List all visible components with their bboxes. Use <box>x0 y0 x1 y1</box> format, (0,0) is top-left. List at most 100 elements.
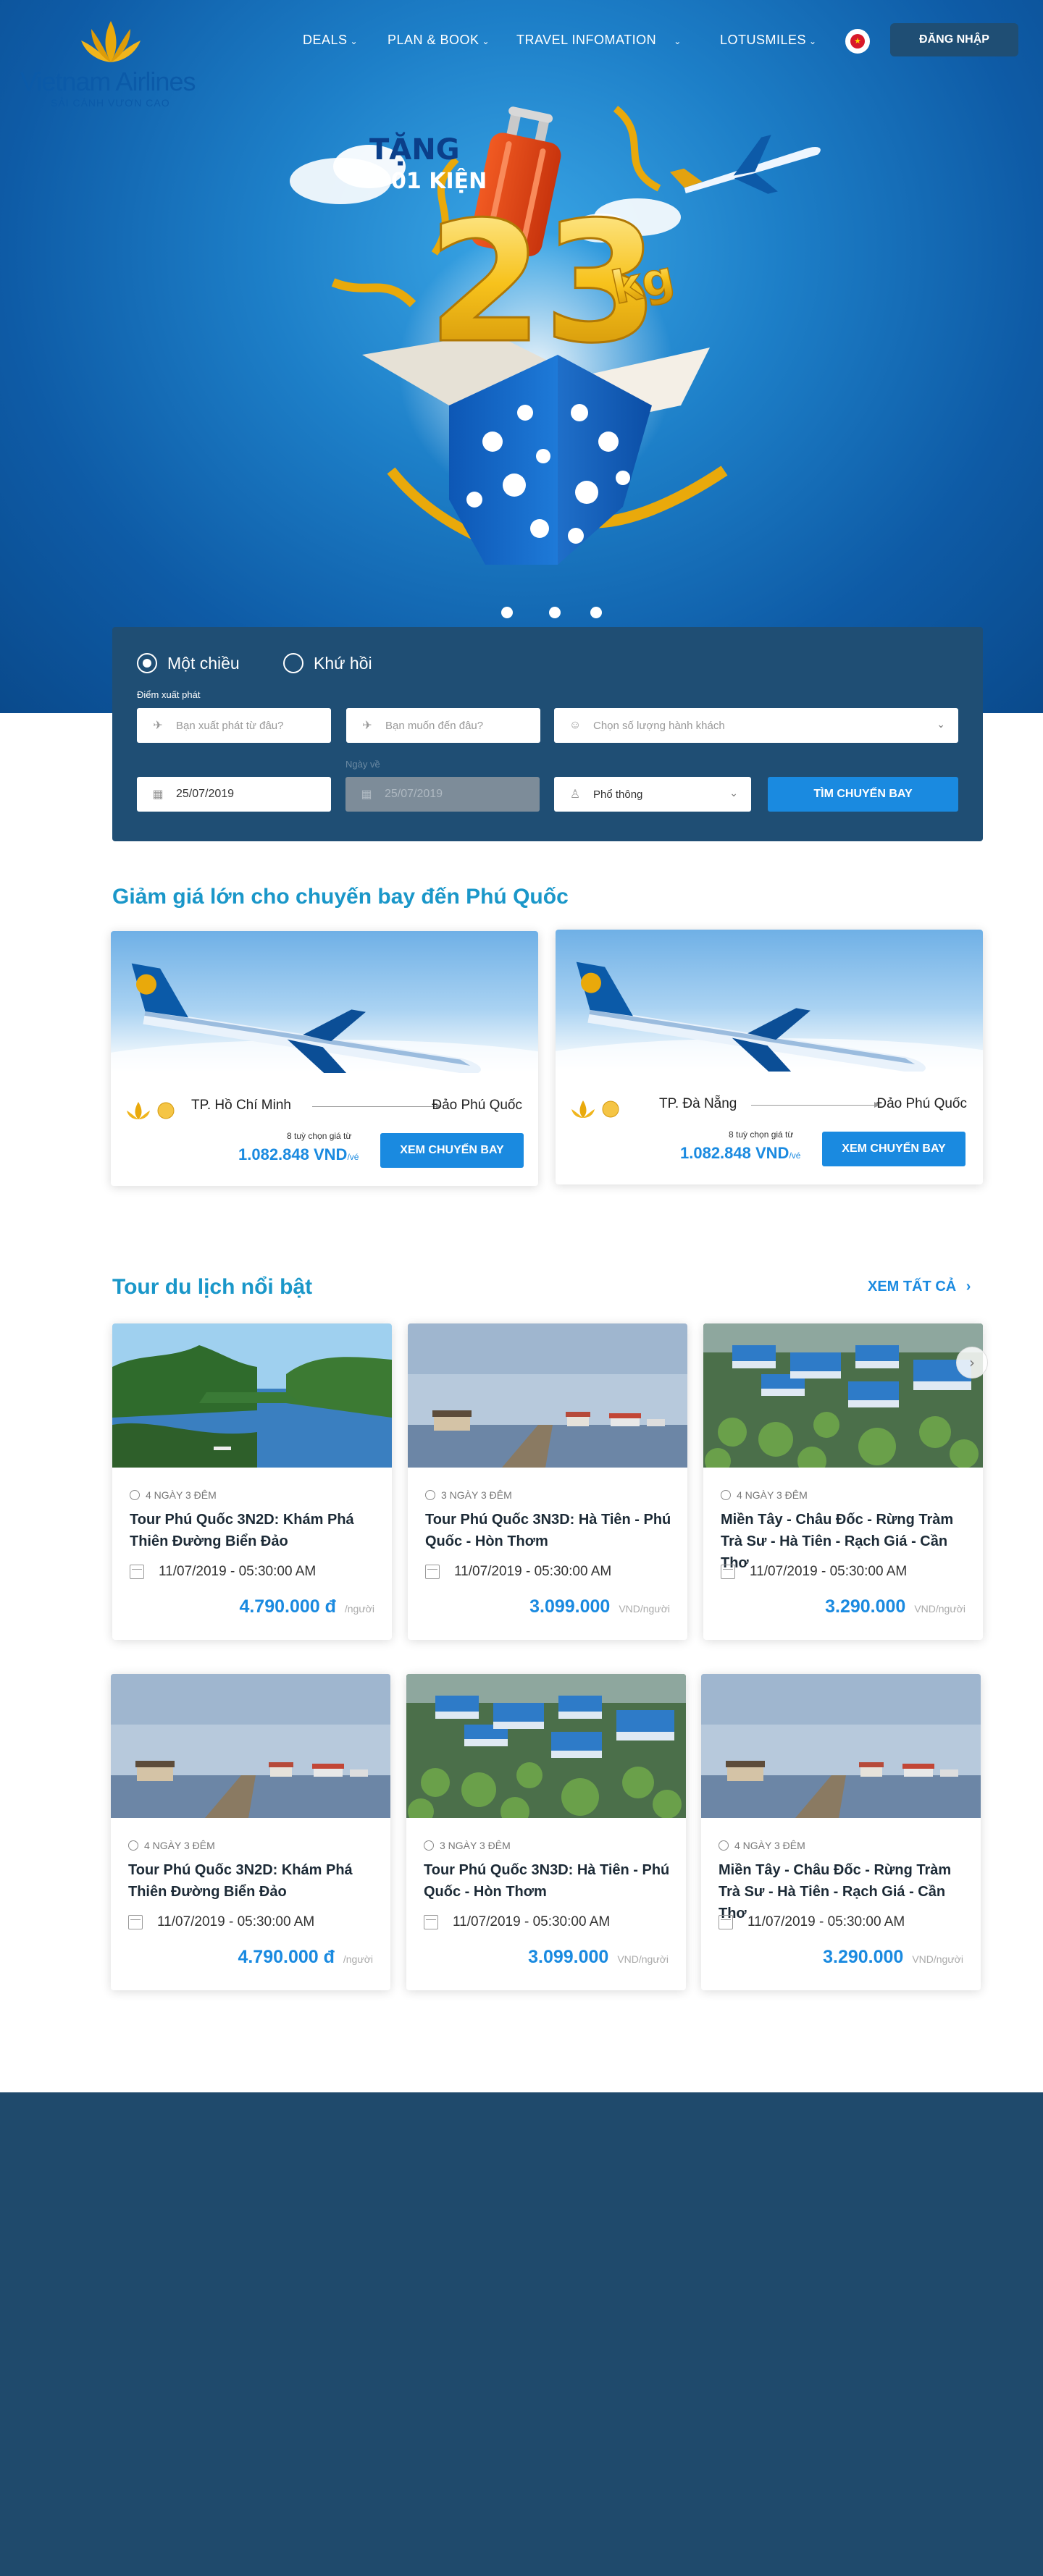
route-arrow-icon <box>751 1102 880 1108</box>
clock-icon <box>721 1490 731 1500</box>
seat-icon: ♙ <box>569 788 581 801</box>
tour-duration: 3 NGÀY 3 ĐÊM <box>424 1840 511 1851</box>
nav-item-lotusmiles[interactable]: LOTUSMILES ⌄ <box>720 29 817 52</box>
origin-placeholder: Bạn xuất phát từ đâu? <box>176 719 284 732</box>
tour-name[interactable]: Tour Phú Quốc 3N3D: Hà Tiên - Phú Quốc -… <box>424 1859 670 1903</box>
cabin-class-value: Phổ thông <box>593 788 643 801</box>
origin-label: Điểm xuất phát <box>137 689 201 700</box>
carousel-dot-3[interactable] <box>590 607 602 618</box>
cabin-class-select[interactable]: ♙ Phổ thông ⌄ <box>554 777 751 812</box>
depart-date-input[interactable]: ▦ 25/07/2019 <box>137 777 331 812</box>
tour-card[interactable]: 3 NGÀY 3 ĐÊM Tour Phú Quốc 3N3D: Hà Tiên … <box>406 1674 686 1990</box>
calendar-icon <box>130 1565 144 1579</box>
tour-price: 3.099.000 VND/người <box>529 1596 670 1617</box>
chevron-down-icon: ⌄ <box>482 36 490 46</box>
tour-duration: 4 NGÀY 3 ĐÊM <box>130 1489 217 1501</box>
origin-input[interactable]: ✈ Bạn xuất phát từ đâu? <box>137 708 331 743</box>
clock-icon <box>425 1490 435 1500</box>
return-date-label: Ngày về <box>345 759 380 770</box>
find-flight-button[interactable]: TÌM CHUYẾN BAY <box>768 777 958 812</box>
passengers-placeholder: Chọn số lượng hành khách <box>593 719 725 732</box>
radio-one-way[interactable]: Một chiều <box>137 652 240 674</box>
nav-item-plan-book[interactable]: PLAN & BOOK ⌄ <box>388 29 490 52</box>
radio-round-trip-label: Khứ hồi <box>314 653 372 673</box>
lotus-and-airline-logos-icon <box>127 1102 175 1119</box>
carousel-dot-2[interactable] <box>549 607 561 618</box>
clock-icon <box>130 1490 140 1500</box>
calendar-icon <box>128 1915 143 1929</box>
tour-card[interactable]: 4 NGÀY 3 ĐÊM Tour Phú Quốc 3N2D: Khám Phá… <box>111 1674 390 1990</box>
chevron-down-icon: ⌄ <box>937 718 945 730</box>
tour-image <box>406 1674 686 1818</box>
tour-duration: 4 NGÀY 3 ĐÊM <box>721 1489 808 1501</box>
tour-image <box>112 1323 392 1468</box>
deal-options-count: 8 tuỳ chọn giá từ <box>287 1131 352 1141</box>
deal-options-count: 8 tuỳ chọn giá từ <box>729 1129 794 1140</box>
tour-price: 4.790.000 đ/người <box>239 1596 374 1617</box>
tour-name[interactable]: Tour Phú Quốc 3N3D: Hà Tiên - Phú Quốc -… <box>425 1509 671 1552</box>
deal-destination: Đảo Phú Quốc <box>432 1098 522 1113</box>
deal-destination: Đảo Phú Quốc <box>876 1096 967 1111</box>
deal-price: 1.082.848 VND/vé <box>238 1145 359 1163</box>
nav-item-travel-information[interactable]: TRAVEL INFOMATION ⌄ <box>516 29 682 52</box>
departure-plane-icon: ✈ <box>153 720 163 732</box>
tour-price: 3.099.000 VND/người <box>528 1947 669 1967</box>
promo-line-1: TẶNG <box>369 132 460 167</box>
destination-input[interactable]: ✈ Bạn muốn đến đâu? <box>346 708 540 743</box>
carousel-next-button[interactable]: › <box>956 1347 988 1379</box>
return-date-input: ▦ 25/07/2019 <box>345 777 540 812</box>
promo-line-2: 01 KIỆN <box>391 167 487 194</box>
tour-date: 11/07/2019 - 05:30:00 AM <box>130 1564 316 1580</box>
tour-card[interactable]: 4 NGÀY 3 ĐÊM Miền Tây - Châu Đốc - Rừng T… <box>703 1323 983 1640</box>
tours-heading: Tour du lịch nổi bật <box>112 1275 313 1299</box>
deal-card[interactable]: TP. Đà Nẵng Đảo Phú Quốc 8 tuỳ chọn giá … <box>556 930 983 1184</box>
nav-item-deals[interactable]: DEALS ⌄ <box>303 29 358 52</box>
passengers-select[interactable]: ☺ Chọn số lượng hành khách ⌄ <box>554 708 958 743</box>
tour-price: 4.790.000 đ/người <box>238 1947 373 1967</box>
view-all-tours-link[interactable]: XEM TẤT CẢ › <box>868 1279 971 1295</box>
arrival-plane-icon: ✈ <box>362 720 372 732</box>
tour-image <box>408 1323 687 1468</box>
hero-banner: Vietnam Airlines SẢI CÁNH VƯƠN CAO DEALS… <box>0 0 1043 713</box>
tour-date: 11/07/2019 - 05:30:00 AM <box>425 1564 611 1580</box>
route-arrow-icon <box>312 1103 442 1109</box>
calendar-icon: ▦ <box>361 788 372 801</box>
calendar-icon <box>425 1565 440 1579</box>
tour-name[interactable]: Tour Phú Quốc 3N2D: Khám Phá Thiên Đường… <box>128 1859 374 1903</box>
chevron-down-icon: ⌄ <box>729 787 738 799</box>
tour-price: 3.290.000 VND/người <box>823 1947 963 1967</box>
chevron-right-icon: › <box>965 1279 971 1295</box>
radio-selected-icon <box>137 653 157 673</box>
login-button[interactable]: ĐĂNG NHẬP <box>890 23 1018 56</box>
tour-image <box>703 1323 983 1468</box>
tour-name[interactable]: Tour Phú Quốc 3N2D: Khám Phá Thiên Đường… <box>130 1509 376 1552</box>
deal-card[interactable]: TP. Hồ Chí Minh Đảo Phú Quốc 8 tuỳ chọn … <box>111 931 538 1186</box>
radio-unselected-icon <box>283 653 303 673</box>
tour-price: 3.290.000 VND/người <box>825 1596 965 1617</box>
tour-date: 11/07/2019 - 05:30:00 AM <box>721 1564 907 1580</box>
promo-illustration: 23 kg TẶNG 01 KIỆN <box>290 106 821 565</box>
chevron-right-icon: › <box>969 1354 975 1371</box>
chevron-down-icon: ⌄ <box>809 36 817 46</box>
radio-round-trip[interactable]: Khứ hồi <box>283 652 372 674</box>
tour-duration: 4 NGÀY 3 ĐÊM <box>128 1840 215 1851</box>
deal-origin: TP. Hồ Chí Minh <box>191 1098 291 1113</box>
carousel-dots <box>0 607 1043 621</box>
carousel-dot-1[interactable] <box>501 607 513 618</box>
calendar-icon <box>424 1915 438 1929</box>
calendar-icon: ▦ <box>152 788 164 801</box>
view-flight-button[interactable]: XEM CHUYẾN BAY <box>822 1132 965 1166</box>
chevron-down-icon: ⌄ <box>674 36 682 46</box>
depart-date-value: 25/07/2019 <box>176 788 235 800</box>
calendar-icon <box>721 1565 735 1579</box>
view-flight-button[interactable]: XEM CHUYẾN BAY <box>380 1133 524 1168</box>
tour-image <box>111 1674 390 1818</box>
tour-card[interactable]: 4 NGÀY 3 ĐÊM Tour Phú Quốc 3N2D: Khám Phá… <box>112 1323 392 1640</box>
vietnam-flag-icon[interactable]: ★ <box>845 29 870 54</box>
tour-image <box>701 1674 981 1818</box>
footer <box>0 2092 1043 2576</box>
tour-card[interactable]: 4 NGÀY 3 ĐÊM Miền Tây - Châu Đốc - Rừng T… <box>701 1674 981 1990</box>
radio-one-way-label: Một chiều <box>167 653 240 673</box>
brand-tagline: SẢI CÁNH VƯƠN CAO <box>51 97 170 109</box>
tour-card[interactable]: 3 NGÀY 3 ĐÊM Tour Phú Quốc 3N3D: Hà Tiên … <box>408 1323 687 1640</box>
